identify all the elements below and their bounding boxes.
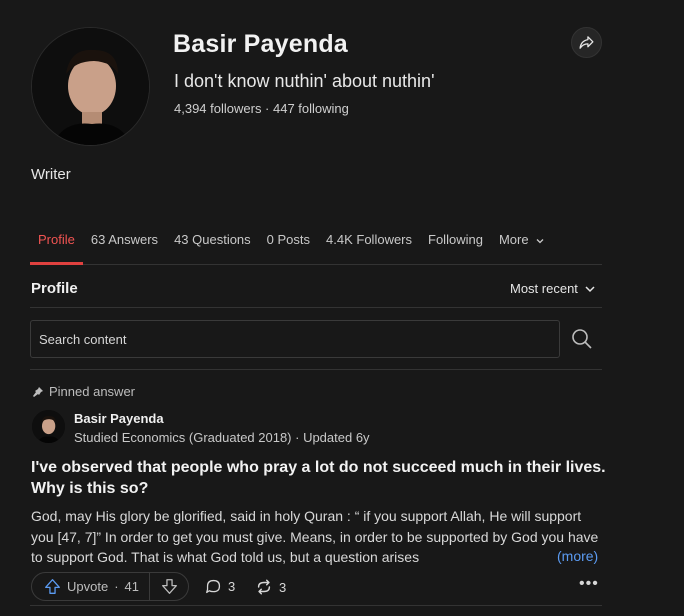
downvote-arrow-icon <box>161 579 177 594</box>
profile-avatar[interactable] <box>31 27 150 146</box>
author-credential: Studied Economics (Graduated 2018) · Upd… <box>74 430 370 445</box>
search-input[interactable] <box>30 320 560 358</box>
profile-name: Basir Payenda <box>173 30 348 58</box>
divider <box>30 605 602 606</box>
chevron-down-icon <box>585 285 595 292</box>
follower-stats[interactable]: 4,394 followers · 447 following <box>174 101 349 116</box>
search-icon <box>572 329 592 349</box>
tab-more-label: More <box>498 232 529 247</box>
upvote-label: Upvote <box>67 579 109 594</box>
reshare-icon <box>257 579 271 595</box>
read-more-link[interactable]: (more) <box>557 548 598 564</box>
profile-tagline: I don't know nuthin' about nuthin' <box>174 71 435 91</box>
upvote-separator: · <box>114 579 119 594</box>
avatar-photo <box>32 28 149 145</box>
section-title: Profile <box>31 280 78 297</box>
author-name[interactable]: Basir Payenda <box>74 411 164 426</box>
tab-answers[interactable]: 63 Answers <box>83 222 166 265</box>
tab-following[interactable]: Following <box>420 222 491 265</box>
vote-group: Upvote · 41 <box>31 572 189 601</box>
author-avatar[interactable] <box>32 410 65 443</box>
search-button[interactable] <box>571 328 593 355</box>
share-arrow-icon <box>579 36 594 49</box>
tab-posts[interactable]: 0 Posts <box>259 222 318 265</box>
question-title[interactable]: I've observed that people who pray a lot… <box>31 457 606 499</box>
pinned-indicator: Pinned answer <box>32 384 135 399</box>
divider <box>30 369 602 370</box>
comment-count: 3 <box>228 579 236 594</box>
sort-dropdown[interactable]: Most recent <box>510 281 596 296</box>
reshare-button[interactable]: 3 <box>255 578 286 596</box>
more-options-button[interactable]: ••• <box>579 575 599 593</box>
upvote-count: 41 <box>124 579 140 594</box>
comment-button[interactable]: 3 <box>205 578 235 595</box>
comment-bubble-icon <box>206 579 221 594</box>
sort-label: Most recent <box>510 281 578 296</box>
pinned-label: Pinned answer <box>49 384 135 399</box>
tab-questions[interactable]: 43 Questions <box>166 222 259 265</box>
profile-tabs: Profile 63 Answers 43 Questions 0 Posts … <box>30 222 602 265</box>
upvote-arrow-icon <box>45 579 60 594</box>
pin-icon <box>33 386 43 397</box>
avatar-photo <box>32 410 65 443</box>
share-profile-button[interactable] <box>571 27 602 58</box>
divider <box>30 307 602 308</box>
tab-profile[interactable]: Profile <box>30 222 83 265</box>
downvote-button[interactable] <box>150 573 188 600</box>
snippet-fade <box>470 547 558 568</box>
reshare-count: 3 <box>279 579 287 595</box>
profile-bio: Writer <box>31 166 71 183</box>
tab-more[interactable]: More <box>491 222 553 265</box>
upvote-button[interactable]: Upvote · 41 <box>32 573 151 600</box>
tab-followers[interactable]: 4.4K Followers <box>318 222 420 265</box>
chevron-down-icon <box>536 238 544 243</box>
